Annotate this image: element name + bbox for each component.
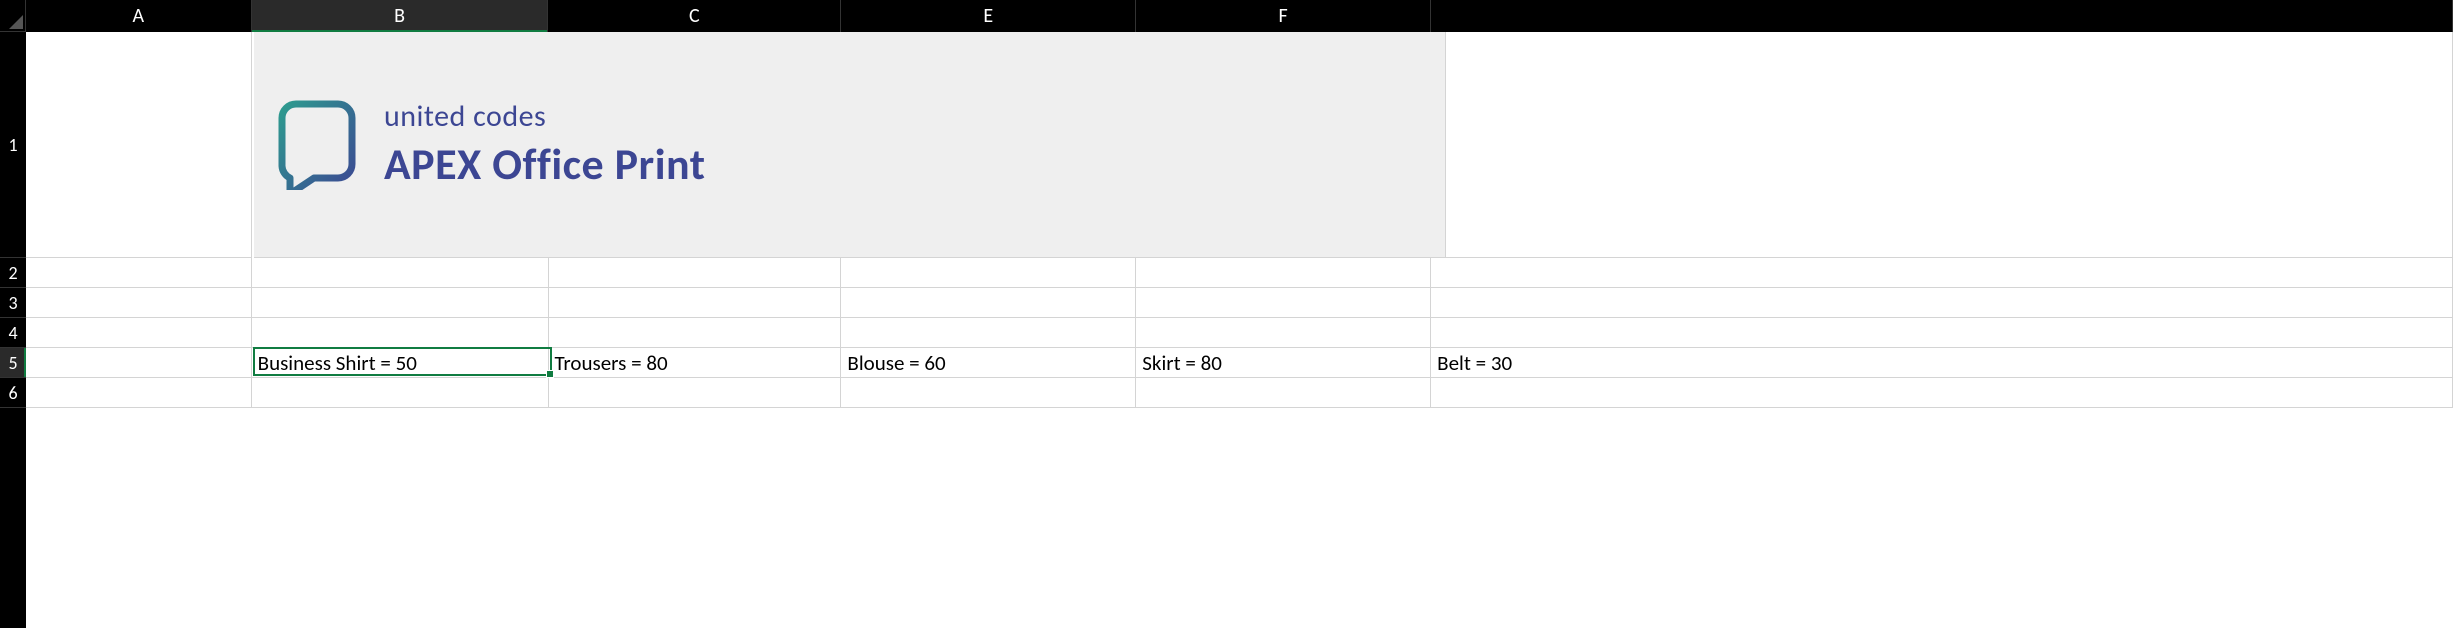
logo-merged-cell[interactable]: united codesAPEX Office Print [254, 32, 1446, 258]
cell-B3[interactable] [252, 288, 549, 318]
cell-E5[interactable]: Blouse = 60 [841, 348, 1136, 378]
cell-F3[interactable] [1136, 288, 1431, 318]
column-headers: ABCEF [26, 0, 2453, 32]
cell-A5[interactable] [26, 348, 252, 378]
cell-A2[interactable] [26, 258, 252, 288]
row-header-5[interactable]: 5 [0, 348, 26, 378]
cell-E4[interactable] [841, 318, 1136, 348]
cell-col54[interactable] [1431, 318, 2453, 348]
cell-C3[interactable] [549, 288, 842, 318]
row-header-3[interactable]: 3 [0, 288, 26, 318]
row-header-label: 1 [8, 134, 17, 156]
row-headers: 1 2 3 4 5 6 [0, 32, 26, 628]
cell-col53[interactable] [1431, 288, 2453, 318]
cell-E6[interactable] [841, 378, 1136, 408]
cell-E2[interactable] [841, 258, 1136, 288]
column-header-C[interactable]: C [548, 0, 841, 32]
document-icon [278, 100, 356, 190]
cell-F5[interactable]: Skirt = 80 [1136, 348, 1431, 378]
logo-line1: united codes [384, 98, 705, 135]
cell-col52[interactable] [1431, 258, 2453, 288]
cell-B6[interactable] [252, 378, 549, 408]
select-all-triangle-icon [9, 15, 23, 29]
row-header-6[interactable]: 6 [0, 378, 26, 408]
column-header-E[interactable]: E [841, 0, 1136, 32]
column-header-label: E [983, 4, 993, 28]
logo-text: united codesAPEX Office Print [384, 98, 705, 191]
cell-value: Skirt = 80 [1142, 350, 1222, 376]
cell-C5[interactable]: Trousers = 80 [549, 348, 842, 378]
cell-C6[interactable] [549, 378, 842, 408]
cell-B4[interactable] [252, 318, 549, 348]
cell-C4[interactable] [549, 318, 842, 348]
cell-value: Trousers = 80 [555, 350, 668, 376]
cell-F2[interactable] [1136, 258, 1431, 288]
cell-F4[interactable] [1136, 318, 1431, 348]
column-header-label: F [1278, 4, 1287, 28]
cell-value: Blouse = 60 [847, 350, 945, 376]
cell-col56[interactable] [1431, 378, 2453, 408]
row-header-4[interactable]: 4 [0, 318, 26, 348]
logo: united codesAPEX Office Print [278, 98, 705, 191]
cell-A6[interactable] [26, 378, 252, 408]
row-header-label: 6 [8, 382, 17, 404]
cell-A1[interactable] [26, 32, 252, 258]
logo-line2: APEX Office Print [384, 137, 705, 191]
cell-col55[interactable]: Belt = 30 [1431, 348, 2453, 378]
row-header-2[interactable]: 2 [0, 258, 26, 288]
column-header-label: C [689, 4, 700, 28]
row-header-label: 2 [8, 262, 17, 284]
cell-E3[interactable] [841, 288, 1136, 318]
cell-B2[interactable] [252, 258, 549, 288]
spreadsheet: A B C E F 1 2 3 4 5 6 Business Shirt = 50 Trousers… [0, 0, 2453, 628]
cell-B5[interactable]: Business Shirt = 50 [252, 348, 549, 378]
cell-col51[interactable] [1431, 32, 2453, 258]
cell-A4[interactable] [26, 318, 252, 348]
row-header-1[interactable]: 1 [0, 32, 26, 258]
row-header-label: 3 [8, 292, 17, 314]
column-header-blank[interactable] [1431, 0, 2453, 32]
select-all-corner[interactable] [0, 0, 26, 32]
cell-A3[interactable] [26, 288, 252, 318]
cell-value: Belt = 30 [1437, 350, 1512, 376]
column-header-A[interactable]: A [26, 0, 252, 32]
row-header-label: 4 [8, 322, 17, 344]
column-header-F[interactable]: F [1136, 0, 1431, 32]
cell-F6[interactable] [1136, 378, 1431, 408]
cell-value: Business Shirt = 50 [258, 350, 417, 376]
cell-grid[interactable]: Business Shirt = 50 Trousers = 80 Blouse =… [26, 32, 2453, 628]
column-header-label: B [394, 4, 405, 28]
cell-C2[interactable] [549, 258, 842, 288]
column-header-label: A [133, 4, 145, 28]
column-header-B[interactable]: B [252, 0, 549, 32]
row-header-label: 5 [8, 352, 17, 374]
